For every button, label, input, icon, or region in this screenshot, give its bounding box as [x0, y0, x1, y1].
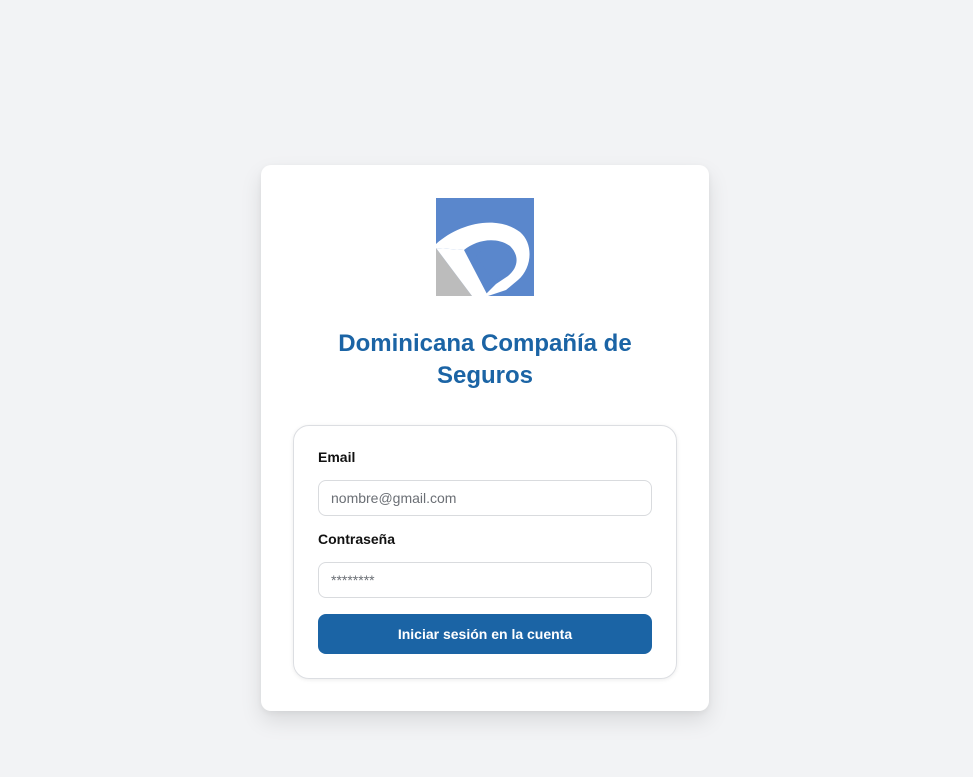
password-input[interactable] [318, 562, 652, 598]
company-logo-icon [436, 198, 534, 296]
password-label: Contraseña [318, 531, 396, 547]
company-title: Dominicana Compañía de Seguros [261, 328, 709, 392]
company-title-line1: Dominicana Compañía de [338, 330, 632, 357]
company-title-line2: Seguros [436, 362, 534, 389]
email-input[interactable] [318, 480, 652, 516]
login-card: Dominicana Compañía de Seguros Email Con… [261, 165, 709, 711]
login-form: Email Contraseña Iniciar sesión en la cu… [293, 425, 677, 679]
sign-in-button[interactable]: Iniciar sesión en la cuenta [318, 614, 652, 654]
email-label: Email [318, 449, 356, 465]
login-page: Dominicana Compañía de Seguros Email Con… [0, 0, 973, 777]
